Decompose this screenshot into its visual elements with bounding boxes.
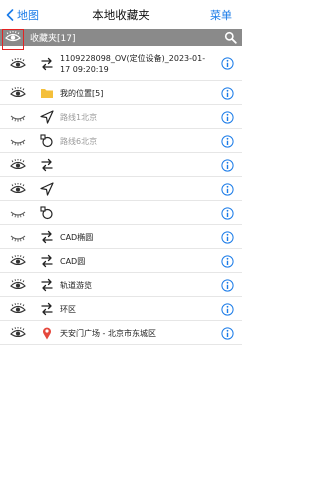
info-icon[interactable] (221, 110, 234, 124)
eye-icon (5, 31, 21, 42)
list-item-name: 轨道游览 (60, 280, 92, 290)
route-icon (41, 230, 53, 244)
route-icon (41, 278, 53, 292)
waypoint-icon (40, 134, 53, 148)
list-item[interactable] (0, 177, 242, 201)
eye-icon[interactable] (10, 327, 26, 339)
list-item[interactable]: 路线1北京 (0, 105, 242, 129)
info-icon[interactable] (221, 57, 234, 70)
navigation-arrow-icon (40, 182, 54, 196)
route-icon (41, 302, 53, 316)
list-item-name: 我的位置[5] (60, 88, 104, 98)
info-icon[interactable] (221, 326, 234, 340)
list-item[interactable] (0, 201, 242, 225)
list-item[interactable]: 环区 (0, 297, 242, 321)
list-item-name: CAD椭圆 (60, 232, 94, 242)
list-item-name: 1109228098_OV(定位设备)_2023-01-17 09:20:19 (60, 53, 206, 74)
group-visibility-toggle[interactable] (4, 30, 22, 44)
map-pin-icon (43, 327, 51, 340)
favorites-group-header[interactable]: 收藏夹[17] (0, 29, 242, 46)
list-item-name: 路线6北京 (60, 136, 98, 146)
group-label: 收藏夹[17] (30, 34, 76, 44)
list-item[interactable]: 天安门广场 - 北京市东城区 (0, 321, 242, 345)
eye-icon[interactable] (10, 303, 26, 315)
list-item-name: 天安门广场 - 北京市东城区 (60, 328, 156, 338)
list-item[interactable] (0, 153, 242, 177)
info-icon[interactable] (221, 134, 234, 148)
info-icon[interactable] (221, 230, 234, 244)
route-icon (41, 57, 53, 70)
route-icon (41, 254, 53, 268)
eye-icon[interactable] (10, 279, 26, 291)
favorites-list: 1109228098_OV(定位设备)_2023-01-17 09:20:19 我… (0, 46, 242, 345)
info-icon[interactable] (221, 254, 234, 268)
eye-icon[interactable] (10, 57, 26, 70)
list-item[interactable]: 路线6北京 (0, 129, 242, 153)
eye-closed-icon[interactable] (10, 207, 26, 219)
info-icon[interactable] (221, 302, 234, 316)
info-icon[interactable] (221, 86, 234, 100)
eye-icon[interactable] (10, 87, 26, 99)
navigation-bar: 地图 本地收藏夹 菜单 (0, 0, 242, 29)
info-icon[interactable] (221, 206, 234, 220)
menu-button[interactable]: 菜单 (210, 7, 232, 23)
list-item-name: 环区 (60, 304, 76, 314)
list-item-name: CAD圆 (60, 256, 86, 266)
navigation-arrow-icon (40, 110, 54, 124)
page-title: 本地收藏夹 (92, 8, 150, 22)
info-icon[interactable] (221, 158, 234, 172)
list-item[interactable]: CAD圆 (0, 249, 242, 273)
eye-closed-icon[interactable] (10, 111, 26, 123)
list-item[interactable]: 1109228098_OV(定位设备)_2023-01-17 09:20:19 (0, 46, 242, 81)
eye-icon[interactable] (10, 255, 26, 267)
waypoint-icon (40, 206, 53, 220)
info-icon[interactable] (221, 182, 234, 196)
search-icon[interactable] (224, 31, 237, 44)
list-item[interactable]: CAD椭圆 (0, 225, 242, 249)
list-item[interactable]: 轨道游览 (0, 273, 242, 297)
eye-closed-icon[interactable] (10, 135, 26, 147)
list-item-name: 路线1北京 (60, 112, 98, 122)
eye-icon[interactable] (10, 183, 26, 195)
eye-closed-icon[interactable] (10, 231, 26, 243)
route-icon (41, 158, 53, 172)
folder-icon (41, 89, 53, 98)
info-icon[interactable] (221, 278, 234, 292)
list-item[interactable]: 我的位置[5] (0, 81, 242, 105)
eye-icon[interactable] (10, 159, 26, 171)
